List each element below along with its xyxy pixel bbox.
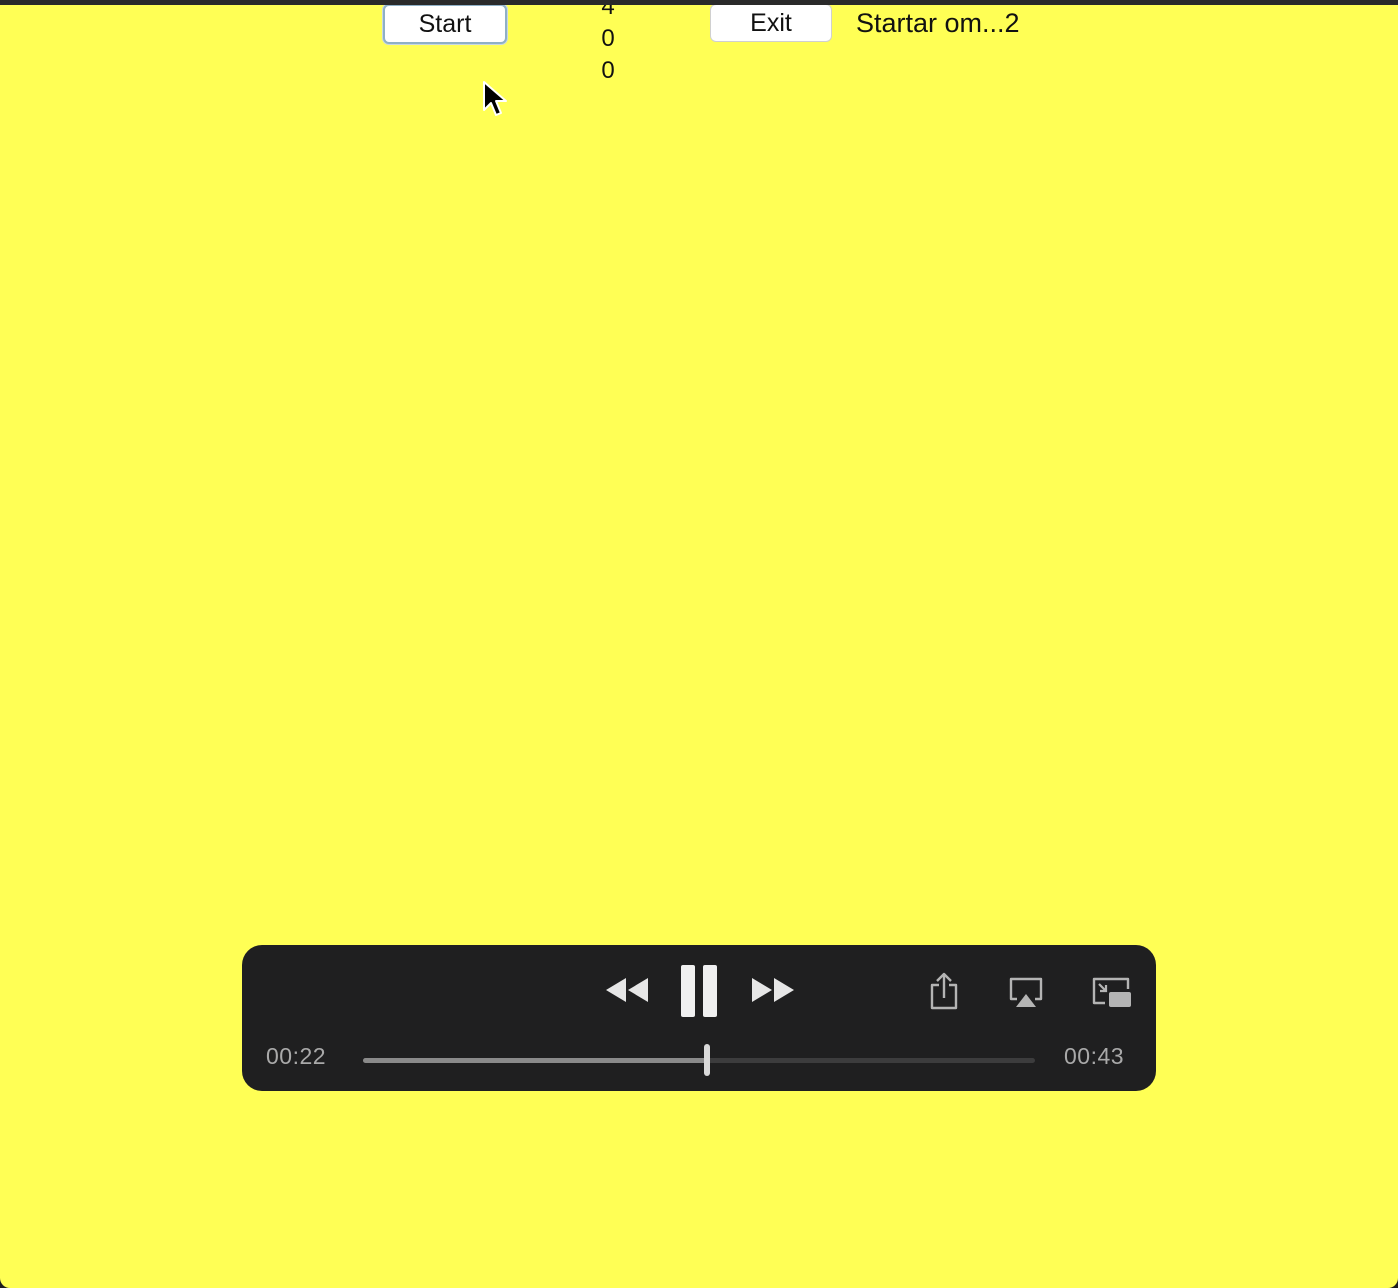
counter-line-2: 0 [601,25,615,52]
pause-button[interactable] [674,963,724,1019]
picture-in-picture-icon [1092,977,1131,1007]
scrubber-handle[interactable] [704,1044,711,1076]
counter-line-1: 4 [601,5,615,20]
progress-fill [363,1058,708,1063]
progress-scrubber[interactable] [363,1044,1035,1076]
exit-button[interactable]: Exit [710,5,832,42]
airplay-button[interactable] [1006,975,1046,1011]
share-icon [930,972,958,1010]
app-window: Start 4 0 0 Exit Startar om...2 00:22 00… [0,5,1398,1288]
counter-line-3: 0 [601,57,615,84]
fast-forward-icon [752,978,794,1002]
rewind-icon [606,978,648,1002]
start-button[interactable]: Start [383,5,507,44]
airplay-icon [1009,977,1043,1007]
total-time: 00:43 [1064,1043,1125,1069]
mouse-pointer-icon [482,80,508,118]
fast-forward-button[interactable] [748,970,798,1010]
video-player-controls: 00:22 00:43 [242,945,1156,1091]
status-text: Startar om...2 [856,8,1020,38]
pause-icon [681,965,717,1017]
elapsed-time: 00:22 [266,1043,327,1069]
picture-in-picture-button[interactable] [1090,975,1134,1011]
rewind-button[interactable] [602,970,652,1010]
counter-display: 4 0 0 [590,5,626,87]
share-button[interactable] [926,971,962,1011]
